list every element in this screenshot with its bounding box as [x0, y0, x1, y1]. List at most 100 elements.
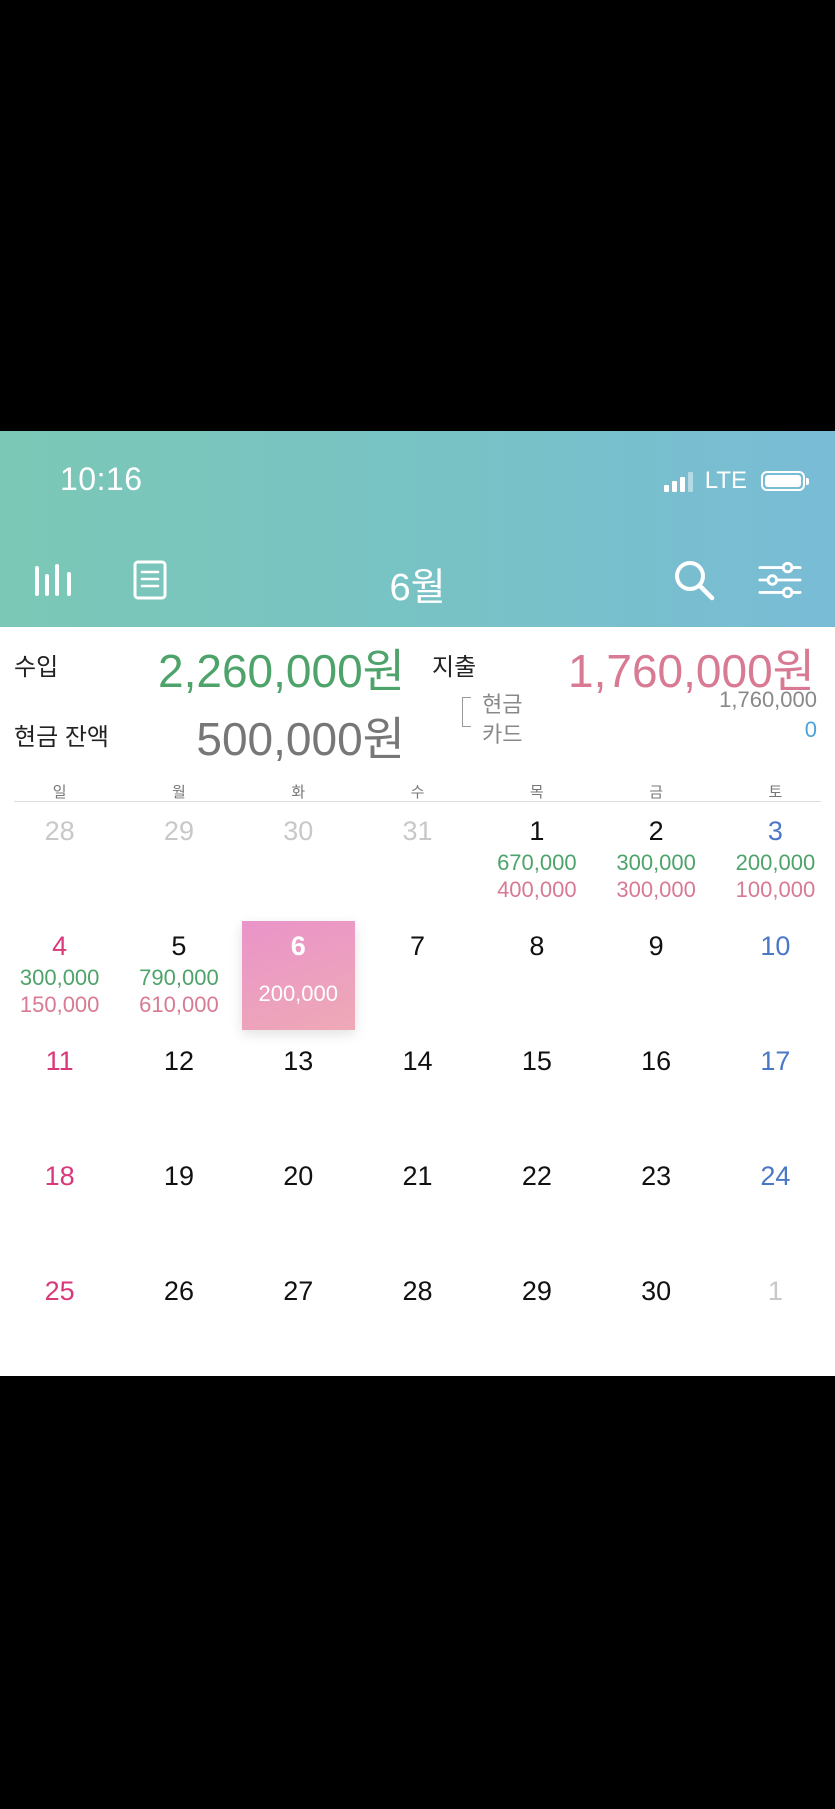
- day-number: 30: [641, 1276, 672, 1306]
- calendar-day[interactable]: 6 200,000: [239, 918, 358, 1033]
- day-expense: 200,000: [258, 981, 338, 1006]
- day-number: 8: [529, 931, 545, 961]
- day-expense: 100,000: [735, 877, 816, 902]
- weekday-divider: [14, 801, 821, 802]
- top-bar: 10:16 LTE 6월: [0, 431, 835, 627]
- day-number: 14: [402, 1046, 433, 1076]
- calendar-day[interactable]: 23: [596, 1148, 715, 1263]
- day-number: 29: [521, 1276, 552, 1306]
- income-label: 수입: [14, 654, 59, 681]
- weekday-thu: 목: [529, 784, 544, 801]
- day-number: 13: [283, 1046, 314, 1076]
- day-expense: 610,000: [139, 992, 219, 1017]
- weekday-header: 일 월 화 수 목 금 토: [0, 781, 835, 803]
- calendar-day[interactable]: 14: [358, 1033, 477, 1148]
- day-income: 670,000: [497, 850, 577, 875]
- day-number: 9: [648, 931, 664, 961]
- day-number: 3: [767, 816, 783, 846]
- weekday-sun: 일: [52, 784, 67, 801]
- day-number: 7: [410, 931, 426, 961]
- weekday-wed: 수: [410, 784, 425, 801]
- calendar-day[interactable]: 1 670,000 400,000: [477, 803, 596, 918]
- day-number: 1: [529, 816, 545, 846]
- day-number: 21: [402, 1161, 433, 1191]
- weekday-tue: 화: [291, 784, 306, 801]
- calendar-grid: 28 29 30 31 1 670,000 400,000 2 300,000 300,000 3 2…: [0, 803, 835, 1376]
- day-number: 28: [402, 1276, 433, 1306]
- calendar-day[interactable]: 15: [477, 1033, 596, 1148]
- calendar-day[interactable]: 29: [119, 803, 238, 918]
- day-number: 25: [44, 1276, 75, 1306]
- breakdown-bracket: [462, 697, 471, 727]
- calendar-day[interactable]: 7: [358, 918, 477, 1033]
- calendar-day[interactable]: 27: [239, 1263, 358, 1376]
- calendar-day[interactable]: 12: [119, 1033, 238, 1148]
- day-number: 1: [767, 1276, 783, 1306]
- filter-icon[interactable]: [758, 558, 802, 602]
- day-number: 11: [45, 1046, 74, 1076]
- calendar-day[interactable]: 26: [119, 1263, 238, 1376]
- weekday-fri: 금: [649, 784, 664, 801]
- day-number: 28: [44, 816, 75, 846]
- day-number: 24: [760, 1161, 791, 1191]
- day-number: 22: [521, 1161, 552, 1191]
- calendar-day[interactable]: 30: [596, 1263, 715, 1376]
- weekday-mon: 월: [172, 784, 186, 801]
- calendar-day[interactable]: 28: [358, 1263, 477, 1376]
- expense-label: 지출: [432, 654, 477, 681]
- day-number: 30: [283, 816, 314, 846]
- summary-panel: 수입 2,260,000원 지출 1,760,000원 현금 잔액 500,00…: [0, 627, 835, 767]
- cash-value: 1,760,000: [719, 687, 817, 712]
- calendar-day[interactable]: 1: [716, 1263, 835, 1376]
- day-number: 17: [760, 1046, 791, 1076]
- weekday-sat: 토: [768, 784, 783, 801]
- day-number: 12: [163, 1046, 194, 1076]
- day-number: 27: [283, 1276, 314, 1306]
- network-label: LTE: [704, 467, 747, 494]
- day-number: 10: [760, 931, 791, 961]
- calendar-day[interactable]: 11: [0, 1033, 119, 1148]
- app-screen: 10:16 LTE 6월 수입 2,260,000원 지출 1,760,000원…: [0, 431, 835, 1376]
- calendar-day[interactable]: 29: [477, 1263, 596, 1376]
- calendar-day[interactable]: 16: [596, 1033, 715, 1148]
- calendar-day[interactable]: 8: [477, 918, 596, 1033]
- calendar-day[interactable]: 25: [0, 1263, 119, 1376]
- calendar-day[interactable]: 2 300,000 300,000: [596, 803, 715, 918]
- day-expense: 150,000: [19, 992, 100, 1017]
- day-income: 790,000: [139, 965, 219, 990]
- search-icon[interactable]: [672, 558, 716, 602]
- signal-icon: [663, 470, 693, 492]
- cash-label: 현금: [482, 692, 523, 717]
- calendar-day[interactable]: 24: [716, 1148, 835, 1263]
- calendar-day[interactable]: 9: [596, 918, 715, 1033]
- day-number: 26: [163, 1276, 194, 1306]
- calendar-day[interactable]: 30: [239, 803, 358, 918]
- status-indicators: LTE: [663, 467, 809, 495]
- day-expense: 400,000: [497, 877, 577, 902]
- calendar-day[interactable]: 3 200,000 100,000: [716, 803, 835, 918]
- calendar-day[interactable]: 5 790,000 610,000: [119, 918, 238, 1033]
- day-number: 4: [52, 931, 68, 961]
- day-number: 6: [290, 931, 306, 961]
- cash-balance-value: 500,000원: [196, 713, 405, 765]
- day-number: 2: [648, 816, 664, 846]
- day-number: 19: [163, 1161, 194, 1191]
- calendar-day[interactable]: 4 300,000 150,000: [0, 918, 119, 1033]
- calendar-day[interactable]: 20: [239, 1148, 358, 1263]
- calendar-day[interactable]: 22: [477, 1148, 596, 1263]
- calendar-day[interactable]: 18: [0, 1148, 119, 1263]
- day-number: 5: [171, 931, 187, 961]
- calendar-day[interactable]: 21: [358, 1148, 477, 1263]
- calendar-day[interactable]: 19: [119, 1148, 238, 1263]
- calendar-day[interactable]: 13: [239, 1033, 358, 1148]
- card-label: 카드: [482, 722, 523, 747]
- day-number: 16: [641, 1046, 672, 1076]
- calendar-day[interactable]: 28: [0, 803, 119, 918]
- calendar-day[interactable]: 17: [716, 1033, 835, 1148]
- day-income: 300,000: [19, 965, 100, 990]
- day-income: 200,000: [735, 850, 816, 875]
- day-number: 29: [163, 816, 194, 846]
- day-number: 18: [44, 1161, 75, 1191]
- calendar-day[interactable]: 10: [716, 918, 835, 1033]
- calendar-day[interactable]: 31: [358, 803, 477, 918]
